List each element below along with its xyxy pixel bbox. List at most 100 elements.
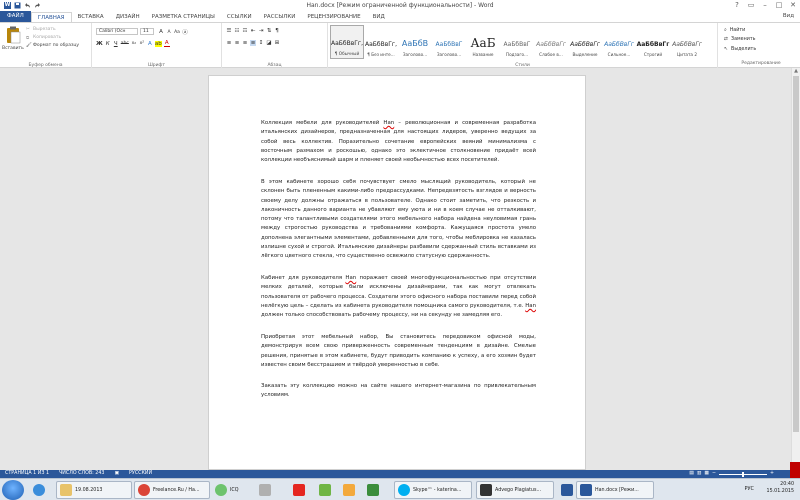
style-intense-emphasis[interactable]: АаБбВвГг Сильное... [602,25,636,59]
paragraph-1[interactable]: Коллекция мебели для руководителей Han –… [261,119,536,165]
taskbar-word-small[interactable] [558,481,576,499]
align-left-icon[interactable]: ≡ [226,40,232,46]
help-icon[interactable]: ? [730,0,744,11]
user-name[interactable]: Вид [783,13,794,19]
justify-icon[interactable]: ≡ [250,40,256,46]
taskbar-app-4[interactable] [364,481,382,499]
taskbar-yandex[interactable] [290,481,308,499]
multilevel-list-icon[interactable]: ☶ [242,28,248,34]
sort-icon[interactable]: ⇅ [266,28,272,34]
zoom-out-button[interactable]: − [712,470,716,478]
tab-references[interactable]: ССЫЛКИ [221,12,258,22]
increase-indent-icon[interactable]: ⇥ [258,28,264,34]
tab-mailings[interactable]: РАССЫЛКИ [258,12,302,22]
pilcrow-icon[interactable]: ¶ [274,28,280,34]
tab-insert[interactable]: ВСТАВКА [72,12,110,22]
read-mode-icon[interactable]: ▤ [689,470,694,478]
tab-view[interactable]: ВИД [367,12,391,22]
strikethrough-icon[interactable]: abc [121,41,129,46]
replace-button[interactable]: ⇄ Заменить [724,37,756,42]
web-layout-icon[interactable]: ▦ [704,470,709,478]
line-spacing-icon[interactable]: ↕ [258,40,264,46]
bullets-icon[interactable]: ☰ [226,28,232,34]
taskbar-app-2[interactable] [316,481,334,499]
tab-page-layout[interactable]: РАЗМЕТКА СТРАНИЦЫ [146,12,221,22]
align-center-icon[interactable]: ≡ [234,40,240,46]
taskbar-app-3[interactable] [340,481,358,499]
style-subtle-emphasis[interactable]: АаБбВвГг Слабое в... [534,25,568,59]
taskbar-word[interactable]: Han.docx [Режи... [576,481,654,499]
highlight-icon[interactable]: ab [154,40,162,47]
bold-icon[interactable]: Ж [96,41,103,47]
print-layout-icon[interactable]: ▥ [697,470,702,478]
style-heading-2[interactable]: АаБбВвГ Заголово... [432,25,466,59]
ribbon-display-icon[interactable]: ▭ [744,0,758,11]
shading-icon[interactable]: ◪ [266,40,272,46]
paste-button[interactable]: Вставить [2,46,24,51]
language-status[interactable]: РУССКИЙ [124,470,157,478]
subscript-icon[interactable]: x₂ [131,41,137,46]
style-heading-1[interactable]: АаБбВ Заголово... [398,25,432,59]
change-case-icon[interactable]: Aa [174,30,180,35]
minimize-button[interactable]: – [758,0,772,11]
clear-format-icon[interactable]: ⓐ [182,28,188,36]
copy-button[interactable]: ⧉ Копировать [26,35,61,41]
font-name-box[interactable]: Calibri (Осн [96,28,138,35]
font-size-box[interactable]: 11 [140,28,154,35]
paragraph-3[interactable]: Кабинет для руководителя Han поражает св… [261,274,536,320]
style-emphasis[interactable]: АаБбВвГг Выделение [568,25,602,59]
align-right-icon[interactable]: ≡ [242,40,248,46]
document-page[interactable]: Коллекция мебели для руководителей Han –… [208,75,586,470]
select-button[interactable]: ↖ Выделить [724,47,756,52]
numbering-icon[interactable]: ☷ [234,28,240,34]
system-clock[interactable]: 20:40 15.01.2015 [767,481,794,495]
start-button[interactable] [2,480,24,500]
zoom-knob[interactable] [741,471,744,477]
taskbar-skype[interactable]: Skype™ - katerina... [394,481,472,499]
italic-icon[interactable]: К [105,41,111,47]
font-color-icon[interactable]: A [163,40,170,47]
cut-button[interactable]: ✂ Вырезать [26,27,56,32]
paragraph-2[interactable]: В этом кабинете хорошо себя почувствует … [261,178,536,262]
page-count[interactable]: СТРАНИЦА 1 ИЗ 1 [0,470,54,478]
vertical-scrollbar[interactable]: ▲ ▼ [791,68,800,470]
style-quote-2[interactable]: АаБбВвГг Цитата 2 [670,25,704,59]
format-painter-button[interactable]: 🖌 Формат по образцу [26,43,79,48]
taskbar-browser[interactable]: Freelance.Ru / Ha... [134,481,210,499]
paragraph-5[interactable]: Заказать эту коллекцию можно на сайте на… [261,382,536,401]
borders-icon[interactable]: ⊞ [274,40,280,46]
zoom-slider[interactable] [718,471,767,477]
tab-file[interactable]: ФАЙЛ [0,11,31,22]
tab-design[interactable]: ДИЗАЙН [110,12,146,22]
taskbar-ie[interactable] [30,481,48,499]
tab-home[interactable]: ГЛАВНАЯ [30,12,72,22]
taskbar-app-1[interactable] [256,481,274,499]
find-button[interactable]: ⌕ Найти [724,27,745,34]
text-effects-icon[interactable]: A [147,41,153,47]
zoom-in-button[interactable]: + [770,470,774,478]
maximize-button[interactable]: □ [772,0,786,11]
paste-icon[interactable] [4,26,22,44]
taskbar-icq[interactable]: ICQ [212,481,242,499]
scroll-thumb[interactable] [793,76,799,432]
undo-icon[interactable] [24,2,31,9]
decrease-indent-icon[interactable]: ⇤ [250,28,256,34]
paragraph-4[interactable]: Приобретая этот мебельный набор, Вы стан… [261,333,536,370]
shrink-font-icon[interactable]: A [166,30,172,35]
close-button[interactable]: ✕ [786,0,800,11]
grow-font-icon[interactable]: A [158,29,164,35]
style-strong[interactable]: АаБбВвГг Строгий [636,25,670,59]
style-title[interactable]: АаБ Название [466,25,500,59]
scroll-up-icon[interactable]: ▲ [792,68,800,74]
superscript-icon[interactable]: x² [139,41,145,46]
style-normal[interactable]: АаБбВвГг, ¶ Обычный [330,25,364,59]
underline-icon[interactable]: Ч [113,41,119,47]
taskbar-advego[interactable]: Advego Plagiatus... [476,481,554,499]
tab-review[interactable]: РЕЦЕНЗИРОВАНИЕ [301,12,366,22]
style-subtitle[interactable]: АаБбВвГ Подзаго... [500,25,534,59]
proofing-icon[interactable]: ▣ [109,470,124,478]
save-icon[interactable] [14,2,21,9]
taskbar-folder[interactable]: 19.08.2013 [56,481,132,499]
redo-icon[interactable] [34,2,41,9]
input-language[interactable]: РУС [744,486,754,492]
